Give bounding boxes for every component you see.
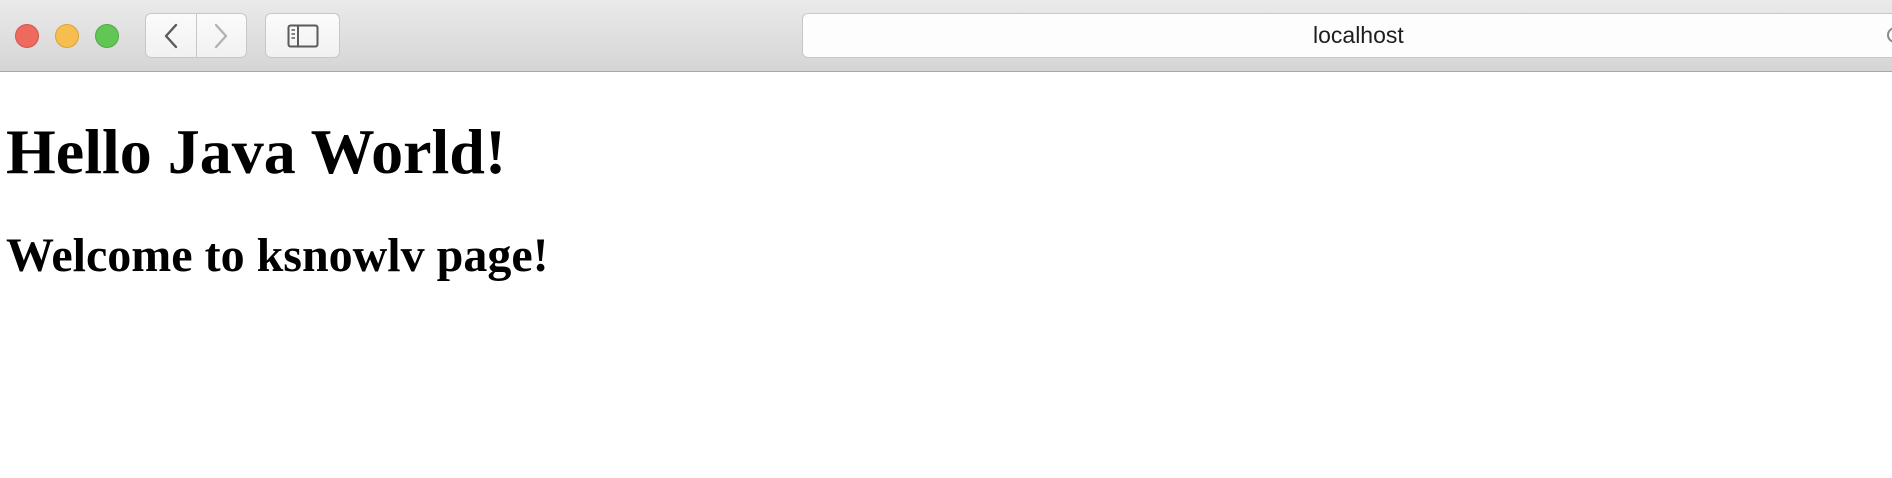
address-bar[interactable]: localhost [802, 13, 1892, 58]
chevron-right-icon [215, 23, 228, 48]
back-button[interactable] [146, 14, 197, 57]
reload-icon[interactable] [1887, 27, 1892, 43]
minimize-window-button[interactable] [55, 24, 79, 48]
sidebar-icon [287, 24, 318, 47]
page-content: Hello Java World! Welcome to ksnowlv pag… [0, 73, 1892, 478]
forward-button[interactable] [197, 14, 247, 57]
navigation-buttons [145, 13, 247, 58]
close-window-button[interactable] [15, 24, 39, 48]
chevron-left-icon [164, 23, 177, 48]
sidebar-toggle-button[interactable] [265, 13, 340, 58]
browser-toolbar: localhost [0, 0, 1892, 72]
page-heading: Hello Java World! [6, 116, 507, 187]
page-subheading: Welcome to ksnowlv page! [6, 229, 549, 282]
maximize-window-button[interactable] [95, 24, 119, 48]
url-text: localhost [1313, 22, 1404, 48]
